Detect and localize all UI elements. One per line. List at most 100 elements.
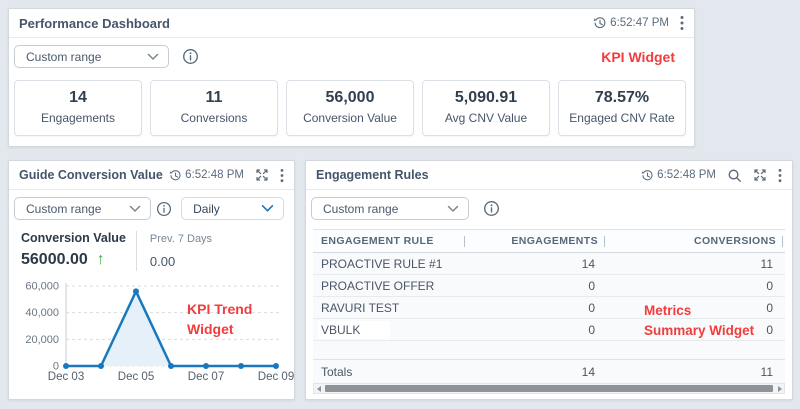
totals-engagements: 14 [467, 365, 607, 379]
rule-name: RAVURI TEST [321, 301, 399, 315]
kpi-card-engaged-cnv-rate: 78.57% Engaged CNV Rate [558, 80, 686, 136]
last-refresh-time: 6:52:48 PM [641, 169, 716, 182]
table-header-row: ENGAGEMENT RULE ENGAGEMENTS CONVERSIONS [313, 229, 785, 253]
chevron-down-icon [447, 205, 459, 213]
kpi-card-avg-cnv-value: 5,090.91 Avg CNV Value [422, 80, 550, 136]
totals-conversions: 11 [607, 365, 785, 379]
performance-dashboard: Performance Dashboard 6:52:47 PM Custom … [0, 0, 800, 409]
kpi-value: 14 [15, 89, 141, 107]
date-range-value: Custom range [26, 202, 101, 216]
totals-row: Totals 14 11 [313, 360, 785, 385]
engagements-cell: 0 [467, 323, 607, 337]
table-row: PROACTIVE RULE #1 14 11 [313, 253, 785, 275]
scroll-right-arrow-icon[interactable] [775, 386, 784, 392]
kpi-label: Conversions [151, 111, 277, 125]
previous-period-kpi: Prev. 7 Days 0.00 [150, 231, 212, 269]
chevron-down-icon [129, 205, 141, 213]
empty-row [313, 341, 785, 360]
kpi-value: 56,000 [287, 89, 413, 107]
widget-title: Engagement Rules [316, 168, 429, 182]
rule-name-highlighted: VBULK [318, 321, 390, 339]
kpi-label: Conversion Value [287, 111, 413, 125]
date-range-select[interactable]: Custom range [14, 197, 151, 220]
granularity-select[interactable]: Daily [181, 197, 284, 220]
expand-icon[interactable] [753, 168, 767, 182]
column-header-conversions[interactable]: CONVERSIONS [694, 235, 776, 247]
svg-text:Dec 03: Dec 03 [48, 371, 84, 383]
panel-title: Performance Dashboard [19, 16, 170, 31]
column-header-engagements[interactable]: ENGAGEMENTS [511, 235, 598, 247]
column-divider [604, 236, 605, 247]
date-range-select[interactable]: Custom range [311, 197, 469, 220]
metrics-summary-widget-panel: Engagement Rules 6:52:48 PM Custom [305, 160, 793, 400]
chevron-down-icon [147, 53, 159, 61]
last-refresh-time: 6:52:48 PM [169, 169, 244, 182]
svg-text:60,000: 60,000 [25, 281, 59, 293]
date-range-value: Custom range [323, 202, 398, 216]
kpi-value: 78.57% [559, 89, 685, 107]
kpi-label: Avg CNV Value [423, 111, 549, 125]
expand-icon[interactable] [255, 168, 269, 182]
kpi-card-engagements: 14 Engagements [14, 80, 142, 136]
svg-text:20,000: 20,000 [25, 334, 59, 346]
column-header-rule[interactable]: ENGAGEMENT RULE [321, 235, 434, 247]
last-refresh-time: 6:52:47 PM [593, 16, 669, 30]
svg-text:Dec 07: Dec 07 [188, 371, 224, 383]
panel-header: Performance Dashboard 6:52:47 PM [9, 9, 694, 38]
current-kpi: Conversion Value 56000.00 ↑ [21, 231, 126, 269]
table-row: PROACTIVE OFFER 0 0 [313, 275, 785, 297]
svg-text:Dec 09: Dec 09 [258, 371, 294, 383]
widget-title: Guide Conversion Value [19, 168, 163, 182]
timestamp-text: 6:52:47 PM [610, 17, 669, 29]
date-range-value: Custom range [26, 50, 101, 64]
conversions-cell: 0 [607, 279, 785, 293]
kebab-menu-icon[interactable] [680, 15, 684, 31]
kpi-summary: Conversion Value 56000.00 ↑ Prev. 7 Days… [21, 231, 294, 271]
trend-up-arrow-icon: ↑ [97, 253, 105, 267]
scrollbar-thumb[interactable] [325, 385, 773, 392]
kpi-value: 5,090.91 [423, 89, 549, 107]
prev-label: Prev. 7 Days [150, 231, 212, 245]
engagements-cell: 14 [467, 257, 607, 271]
scroll-left-arrow-icon[interactable] [314, 386, 323, 392]
info-icon[interactable] [182, 48, 199, 65]
horizontal-scrollbar[interactable] [313, 383, 785, 394]
annotation-kpi-widget: KPI Widget [601, 49, 684, 65]
rule-name: PROACTIVE RULE #1 [321, 257, 442, 271]
timestamp-text: 6:52:48 PM [185, 169, 244, 181]
clock-history-icon [169, 169, 182, 182]
totals-label: Totals [321, 365, 352, 379]
date-range-select[interactable]: Custom range [14, 45, 169, 68]
engagements-cell: 0 [467, 279, 607, 293]
kpi-card-conversion-value: 56,000 Conversion Value [286, 80, 414, 136]
kpi-label: Engaged CNV Rate [559, 111, 685, 125]
annotation-metrics-summary-widget: Metrics Summary Widget [644, 301, 754, 341]
kpi-widget-panel: Performance Dashboard 6:52:47 PM Custom … [8, 8, 695, 147]
kpi-card-conversions: 11 Conversions [150, 80, 278, 136]
column-divider [782, 236, 783, 247]
granularity-value: Daily [193, 202, 220, 216]
info-icon[interactable] [483, 200, 500, 217]
kpi-label: Engagements [15, 111, 141, 125]
rule-name: PROACTIVE OFFER [321, 279, 434, 293]
engagements-cell: 0 [467, 301, 607, 315]
widget-header: Guide Conversion Value 6:52:48 PM [9, 161, 294, 190]
search-icon[interactable] [727, 168, 742, 183]
kebab-menu-icon[interactable] [778, 168, 782, 183]
clock-history-icon [641, 169, 654, 182]
svg-text:Dec 05: Dec 05 [118, 371, 154, 383]
kpi-value: 11 [151, 89, 277, 107]
svg-text:40,000: 40,000 [25, 307, 59, 319]
divider [136, 231, 137, 271]
timestamp-text: 6:52:48 PM [657, 169, 716, 181]
conversions-cell: 11 [607, 257, 785, 271]
kpi-label: Conversion Value [21, 231, 126, 245]
clock-history-icon [593, 16, 607, 30]
trend-area-chart[interactable]: 020,00040,00060,000Dec 03Dec 05Dec 07Dec… [9, 267, 299, 385]
info-icon[interactable] [156, 201, 172, 217]
kpi-trend-widget-panel: Guide Conversion Value 6:52:48 PM Custom… [8, 160, 295, 400]
annotation-kpi-trend-widget: KPI Trend Widget [187, 299, 252, 339]
kebab-menu-icon[interactable] [280, 168, 284, 183]
column-divider [464, 236, 465, 247]
widget-header: Engagement Rules 6:52:48 PM [306, 161, 792, 190]
